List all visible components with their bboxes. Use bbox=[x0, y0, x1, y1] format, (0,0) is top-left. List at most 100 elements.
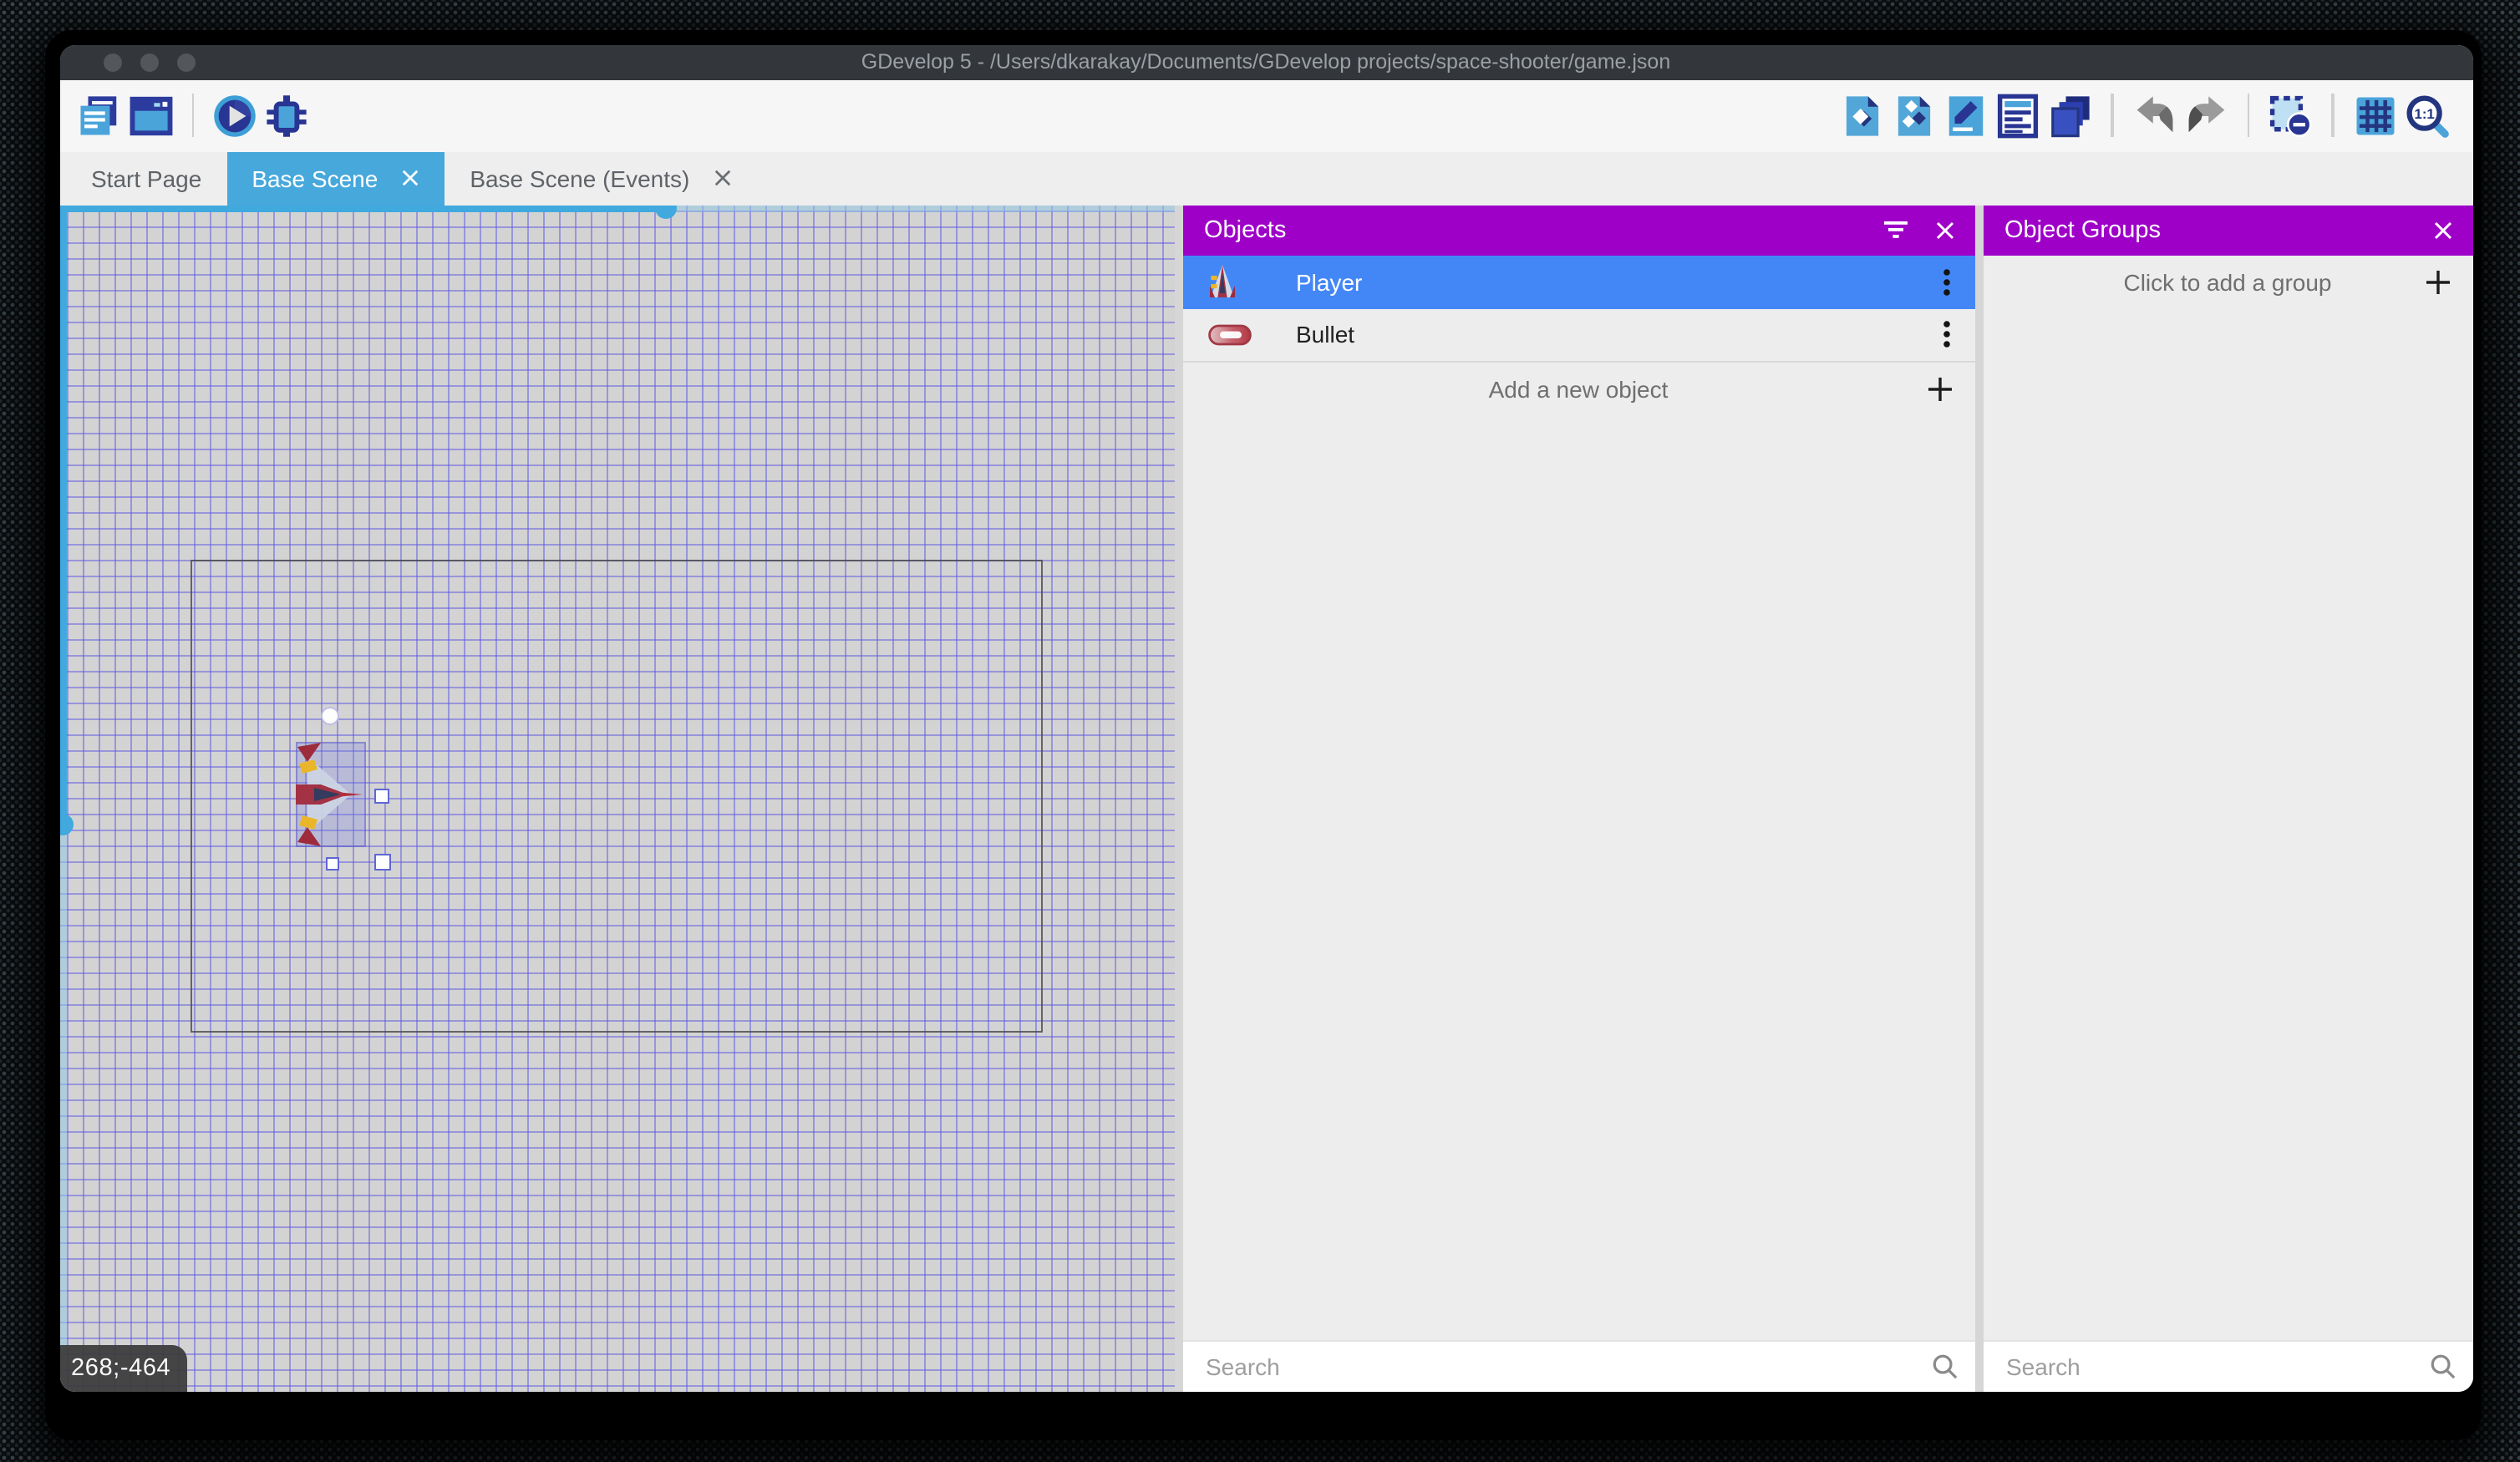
vertical-scroll-track[interactable] bbox=[59, 205, 66, 825]
tab-start-page[interactable]: Start Page bbox=[66, 151, 226, 205]
properties-icon bbox=[1943, 93, 1989, 138]
close-window-button[interactable] bbox=[103, 53, 121, 71]
horizontal-scroll-track-rest[interactable] bbox=[666, 205, 1174, 211]
redo-icon bbox=[2183, 93, 2228, 138]
open-properties-panel-button[interactable] bbox=[1940, 89, 1992, 141]
search-icon bbox=[2427, 1352, 2456, 1380]
undo-icon bbox=[2131, 93, 2177, 138]
zoom-original-button[interactable]: 1:1 bbox=[2401, 89, 2452, 141]
player-instance[interactable] bbox=[296, 742, 366, 847]
resize-handle-right[interactable] bbox=[373, 788, 389, 803]
redo-button[interactable] bbox=[2180, 89, 2232, 141]
app-window: GDevelop 5 - /Users/dkarakay/Documents/G… bbox=[59, 44, 2472, 1391]
add-group-row[interactable]: Click to add a group bbox=[1983, 255, 2472, 308]
panel-divider[interactable] bbox=[1974, 205, 1983, 1391]
tab-base-scene-events[interactable]: Base Scene (Events) bbox=[445, 151, 756, 205]
maximize-window-button[interactable] bbox=[176, 53, 195, 71]
object-groups-icon bbox=[1892, 93, 1937, 138]
player-ship-icon bbox=[1207, 263, 1236, 300]
zoom-1-1-icon: 1:1 bbox=[2404, 93, 2449, 138]
tab-base-scene[interactable]: Base Scene bbox=[226, 151, 445, 205]
close-icon bbox=[2432, 220, 2452, 240]
kebab-menu-icon bbox=[1943, 268, 1949, 295]
main-toolbar: 1:1 bbox=[59, 79, 2472, 151]
close-icon bbox=[713, 169, 731, 187]
cursor-coordinates-badge: 268;-464 bbox=[59, 1344, 187, 1391]
object-menu-button[interactable] bbox=[1943, 321, 1949, 348]
objects-search-input[interactable] bbox=[1202, 1351, 1929, 1381]
minimize-window-button[interactable] bbox=[140, 53, 158, 71]
instances-list-icon bbox=[1995, 93, 2040, 138]
traffic-lights bbox=[103, 44, 195, 79]
objects-panel-empty-space bbox=[1182, 415, 1974, 1339]
player-thumbnail bbox=[1207, 263, 1236, 300]
vertical-scroll-thumb[interactable] bbox=[59, 814, 73, 835]
start-page-icon bbox=[128, 93, 173, 138]
open-objects-panel-button[interactable] bbox=[1837, 89, 1888, 141]
tab-label: Start Page bbox=[91, 165, 201, 191]
object-name: Bullet bbox=[1296, 321, 1354, 348]
kebab-menu-icon bbox=[1943, 321, 1949, 348]
object-groups-search-input[interactable] bbox=[2003, 1351, 2427, 1381]
bullet-thumbnail bbox=[1207, 323, 1251, 345]
objects-panel-header: Objects bbox=[1182, 205, 1974, 255]
toggle-grid-button[interactable] bbox=[2349, 89, 2401, 141]
editor-tab-bar: Start Page Base Scene Base Scene (Events… bbox=[59, 151, 2472, 205]
rotate-handle[interactable] bbox=[321, 706, 339, 724]
open-layers-panel-button[interactable] bbox=[2044, 89, 2096, 141]
horizontal-scroll-track[interactable] bbox=[59, 205, 666, 211]
desktop-background: GDevelop 5 - /Users/dkarakay/Documents/G… bbox=[0, 0, 2520, 1462]
undo-button[interactable] bbox=[2128, 89, 2180, 141]
objects-panel: Objects bbox=[1182, 205, 1974, 1391]
layers-icon bbox=[2047, 93, 2092, 138]
play-button[interactable] bbox=[209, 89, 261, 141]
open-object-groups-panel-button[interactable] bbox=[1888, 89, 1940, 141]
close-objects-panel-button[interactable] bbox=[1934, 220, 1954, 240]
object-groups-panel-header: Object Groups bbox=[1983, 205, 2472, 255]
add-object-row[interactable]: Add a new object bbox=[1182, 362, 1974, 415]
resize-handle-bottom[interactable] bbox=[326, 856, 338, 871]
grid-icon bbox=[2352, 93, 2397, 138]
horizontal-scroll-thumb[interactable] bbox=[655, 205, 677, 218]
debug-button[interactable] bbox=[261, 89, 312, 141]
objects-panel-title: Objects bbox=[1204, 216, 1286, 243]
vertical-scroll-track-rest[interactable] bbox=[59, 825, 66, 1391]
scene-canvas[interactable]: 268;-464 bbox=[59, 205, 1174, 1391]
objects-search-bar bbox=[1182, 1339, 1974, 1391]
tab-label: Base Scene (Events) bbox=[470, 165, 689, 191]
start-page-button[interactable] bbox=[124, 89, 176, 141]
resize-handle-bottom-right[interactable] bbox=[373, 854, 390, 871]
panel-divider[interactable] bbox=[1174, 205, 1182, 1391]
delete-instances-button[interactable] bbox=[2264, 89, 2316, 141]
add-group-label: Click to add a group bbox=[1983, 268, 2472, 295]
search-icon bbox=[1929, 1352, 1958, 1380]
add-object-label: Add a new object bbox=[1182, 375, 1974, 402]
delete-instances-icon bbox=[2268, 93, 2313, 138]
add-object-button[interactable] bbox=[1926, 375, 1953, 402]
bullet-icon bbox=[1207, 323, 1251, 345]
filter-objects-button[interactable] bbox=[1882, 221, 1908, 239]
close-tab-button[interactable] bbox=[713, 169, 731, 187]
object-groups-panel: Object Groups Click to add a group bbox=[1983, 205, 2472, 1391]
objects-panel-icon bbox=[1840, 93, 1885, 138]
project-manager-icon bbox=[76, 93, 121, 138]
debug-icon bbox=[264, 93, 309, 138]
toolbar-separator bbox=[2111, 94, 2113, 137]
open-instances-list-button[interactable] bbox=[1992, 89, 2044, 141]
object-menu-button[interactable] bbox=[1943, 268, 1949, 295]
object-row-bullet[interactable]: Bullet bbox=[1182, 308, 1974, 362]
project-manager-button[interactable] bbox=[73, 89, 124, 141]
toolbar-separator bbox=[2331, 94, 2334, 137]
add-group-button[interactable] bbox=[2424, 268, 2451, 295]
object-groups-search-bar bbox=[1983, 1339, 2472, 1391]
title-bar: GDevelop 5 - /Users/dkarakay/Documents/G… bbox=[59, 44, 2472, 79]
plus-icon bbox=[2424, 268, 2451, 295]
filter-icon bbox=[1882, 221, 1908, 239]
close-object-groups-panel-button[interactable] bbox=[2432, 220, 2452, 240]
toolbar-separator bbox=[2247, 94, 2249, 137]
plus-icon bbox=[1926, 375, 1953, 402]
play-button-icon bbox=[212, 93, 257, 138]
object-groups-empty-space bbox=[1983, 308, 2472, 1339]
close-tab-button[interactable] bbox=[401, 169, 419, 187]
object-row-player[interactable]: Player bbox=[1182, 255, 1974, 308]
